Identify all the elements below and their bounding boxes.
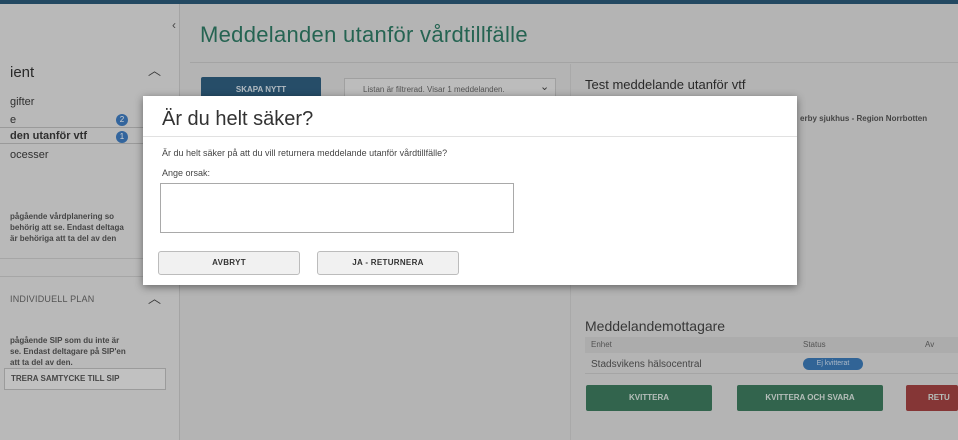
dialog-question: Är du helt säker på att du vill returner… <box>162 148 448 158</box>
reason-textarea[interactable] <box>160 183 514 233</box>
divider <box>143 136 797 137</box>
confirm-dialog: Är du helt säker? Är du helt säker på at… <box>143 96 797 285</box>
confirm-return-button[interactable]: JA - RETURNERA <box>317 251 459 275</box>
dialog-title: Är du helt säker? <box>162 108 314 130</box>
cancel-button[interactable]: AVBRYT <box>158 251 300 275</box>
reason-label: Ange orsak: <box>162 168 211 178</box>
